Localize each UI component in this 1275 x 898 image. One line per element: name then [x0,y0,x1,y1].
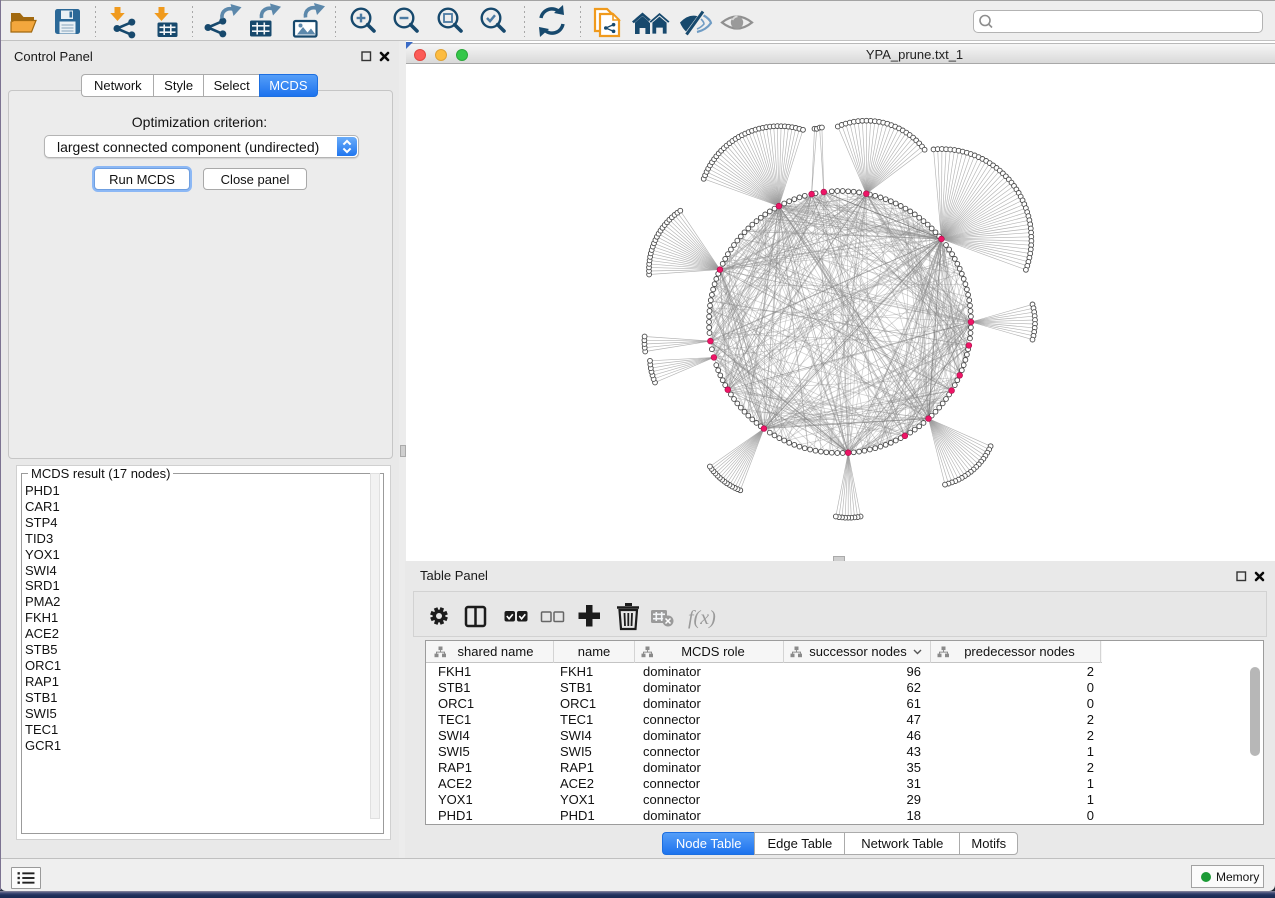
svg-text:f(x): f(x) [688,607,716,629]
